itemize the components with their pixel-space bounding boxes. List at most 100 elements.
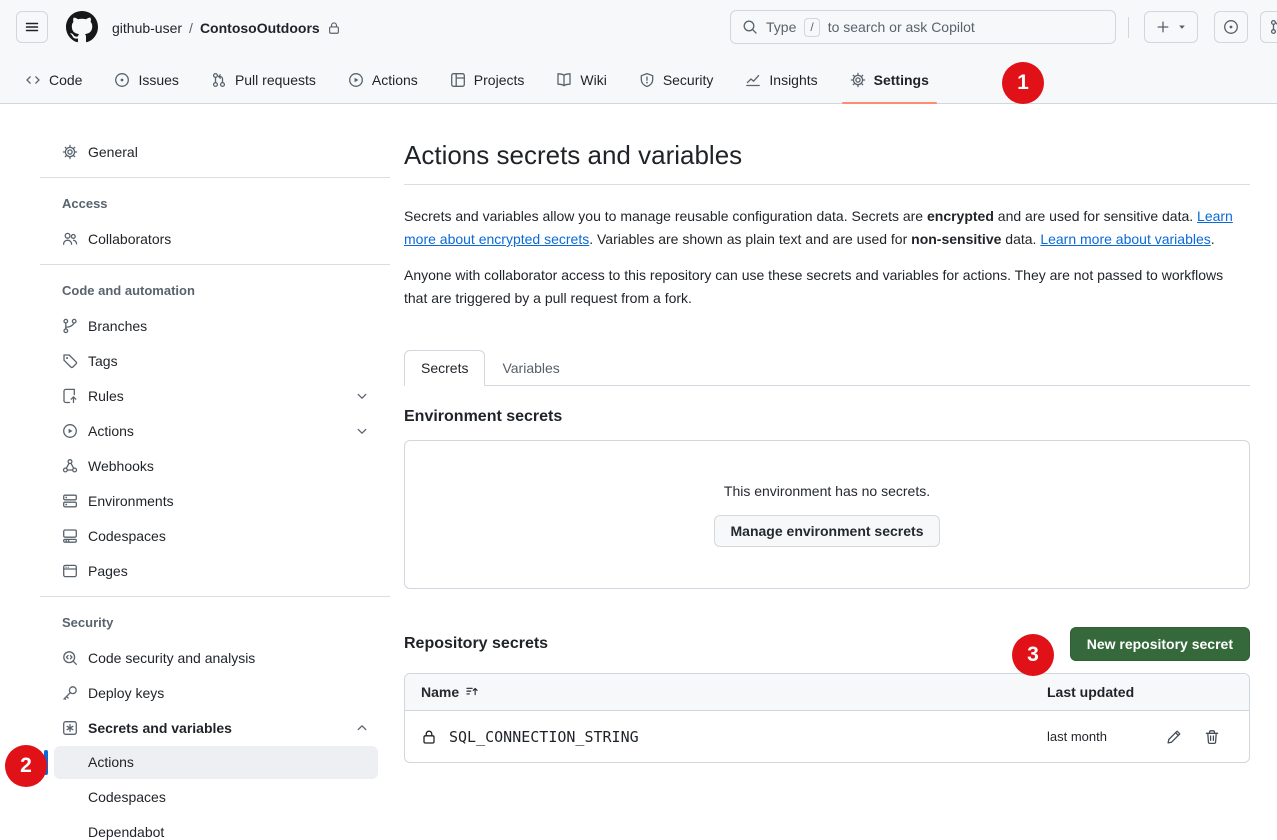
lock-icon: [421, 729, 437, 745]
sidebar-item-label: Deploy keys: [88, 685, 164, 701]
search-placeholder-suffix: to search or ask Copilot: [828, 19, 975, 35]
sidebar-item-general[interactable]: General: [40, 134, 390, 169]
edit-secret-button[interactable]: [1166, 729, 1182, 745]
search-icon: [742, 19, 758, 35]
sidebar-item-environments[interactable]: Environments: [40, 483, 390, 518]
tag-icon: [62, 353, 78, 369]
sidebar-item-code-security[interactable]: Code security and analysis: [40, 640, 390, 675]
tab-label: Security: [663, 72, 714, 88]
environment-empty-message: This environment has no secrets.: [724, 483, 930, 499]
table-icon: [450, 72, 466, 88]
sort-by-name-button[interactable]: Name: [421, 684, 1028, 700]
sidebar-item-label: Collaborators: [88, 231, 171, 247]
environment-secrets-empty-box: This environment has no secrets. Manage …: [404, 440, 1250, 589]
link-learn-variables[interactable]: Learn more about variables: [1040, 231, 1210, 247]
manage-environment-secrets-button[interactable]: Manage environment secrets: [714, 515, 941, 547]
search-placeholder-prefix: Type: [766, 19, 796, 35]
tab-code[interactable]: Code: [17, 55, 90, 104]
sidebar-item-rules[interactable]: Rules: [40, 378, 390, 413]
secret-name: SQL_CONNECTION_STRING: [449, 728, 639, 746]
slash-key-hint: /: [804, 18, 819, 37]
sidebar-item-label: Secrets and variables: [88, 720, 232, 736]
title-divider: [404, 184, 1250, 185]
git-pull-request-icon: [211, 72, 227, 88]
sidebar-item-deploy-keys[interactable]: Deploy keys: [40, 675, 390, 710]
tab-pull-requests[interactable]: Pull requests: [203, 55, 324, 104]
tab-label: Projects: [474, 72, 525, 88]
sidebar-item-tags[interactable]: Tags: [40, 343, 390, 378]
tab-projects[interactable]: Projects: [442, 55, 533, 104]
tab-secrets[interactable]: Secrets: [404, 350, 485, 386]
sidebar-item-label: Environments: [88, 493, 174, 509]
secrets-variables-tabnav: Secrets Variables: [404, 350, 1250, 386]
shield-icon: [639, 72, 655, 88]
issue-opened-icon: [1223, 19, 1239, 35]
tab-settings[interactable]: Settings: [842, 55, 937, 104]
table-header-row: Name Last updated: [405, 674, 1249, 711]
issue-opened-icon: [114, 72, 130, 88]
browser-icon: [62, 563, 78, 579]
sidebar-subitem-actions[interactable]: Actions: [40, 745, 390, 780]
graph-icon: [745, 72, 761, 88]
global-nav-menu-button[interactable]: [16, 11, 48, 43]
sidebar-item-secrets-and-variables[interactable]: Secrets and variables: [40, 710, 390, 745]
sidebar-section-security: Security: [40, 605, 390, 640]
gear-icon: [62, 144, 78, 160]
sidebar-item-collaborators[interactable]: Collaborators: [40, 221, 390, 256]
sort-asc-icon: [465, 685, 479, 699]
last-updated-column-header: Last updated: [1047, 684, 1134, 700]
code-icon: [25, 72, 41, 88]
key-icon: [62, 685, 78, 701]
tab-issues[interactable]: Issues: [106, 55, 186, 104]
tab-variables[interactable]: Variables: [485, 350, 576, 386]
sidebar-section-access: Access: [40, 186, 390, 221]
chevron-up-icon: [354, 720, 370, 736]
tab-label: Pull requests: [235, 72, 316, 88]
app-header: github-user / ContosoOutdoors Type / to …: [0, 0, 1277, 104]
tab-wiki[interactable]: Wiki: [548, 55, 614, 104]
codespaces-icon: [62, 528, 78, 544]
delete-secret-button[interactable]: [1204, 729, 1220, 745]
sidebar-item-actions[interactable]: Actions: [40, 413, 390, 448]
tab-label: Code: [49, 72, 82, 88]
github-logo[interactable]: [66, 11, 98, 43]
sidebar-subitem-label: Codespaces: [40, 780, 390, 815]
global-pull-requests-button[interactable]: [1260, 11, 1277, 43]
annotation-step-3: 3: [1012, 634, 1054, 676]
sidebar-subitem-dependabot[interactable]: Dependabot: [40, 815, 390, 840]
tab-actions[interactable]: Actions: [340, 55, 426, 104]
new-repository-secret-button[interactable]: New repository secret: [1070, 627, 1250, 661]
chevron-down-icon: [354, 388, 370, 404]
header-top-row: github-user / ContosoOutdoors Type / to …: [0, 0, 1277, 55]
sidebar-item-label: Tags: [88, 353, 118, 369]
tab-label: Issues: [138, 72, 178, 88]
tab-insights[interactable]: Insights: [737, 55, 825, 104]
sidebar-subitem-codespaces[interactable]: Codespaces: [40, 780, 390, 815]
sidebar-item-pages[interactable]: Pages: [40, 553, 390, 588]
git-branch-icon: [62, 318, 78, 334]
settings-sidebar: General Access Collaborators Code and au…: [40, 104, 390, 840]
sidebar-item-label: Actions: [88, 423, 134, 439]
tab-label: Settings: [874, 72, 929, 88]
sidebar-item-codespaces[interactable]: Codespaces: [40, 518, 390, 553]
breadcrumb-repo-link[interactable]: ContosoOutdoors: [200, 20, 320, 36]
gear-icon: [850, 72, 866, 88]
annotation-step-2: 2: [5, 745, 47, 787]
repository-secrets-heading: Repository secrets: [404, 635, 548, 653]
breadcrumb-owner-link[interactable]: github-user: [112, 20, 182, 36]
global-issues-button[interactable]: [1214, 11, 1248, 43]
repo-tab-nav: Code Issues Pull requests Actions Projec…: [17, 55, 937, 104]
global-search-input[interactable]: Type / to search or ask Copilot: [730, 10, 1116, 44]
repository-secrets-table: Name Last updated SQL_CONNECTION_STRING …: [404, 673, 1250, 763]
trash-icon: [1204, 729, 1220, 745]
sidebar-item-branches[interactable]: Branches: [40, 308, 390, 343]
sidebar-subitem-label: Actions: [40, 745, 390, 780]
github-repo-settings-page: github-user / ContosoOutdoors Type / to …: [0, 0, 1277, 840]
sidebar-section-code-and-automation: Code and automation: [40, 273, 390, 308]
tab-security[interactable]: Security: [631, 55, 722, 104]
secret-last-updated: last month: [1047, 729, 1107, 744]
sidebar-item-webhooks[interactable]: Webhooks: [40, 448, 390, 483]
annotation-step-1: 1: [1002, 62, 1044, 104]
create-new-button[interactable]: [1144, 11, 1198, 43]
repo-push-icon: [62, 388, 78, 404]
